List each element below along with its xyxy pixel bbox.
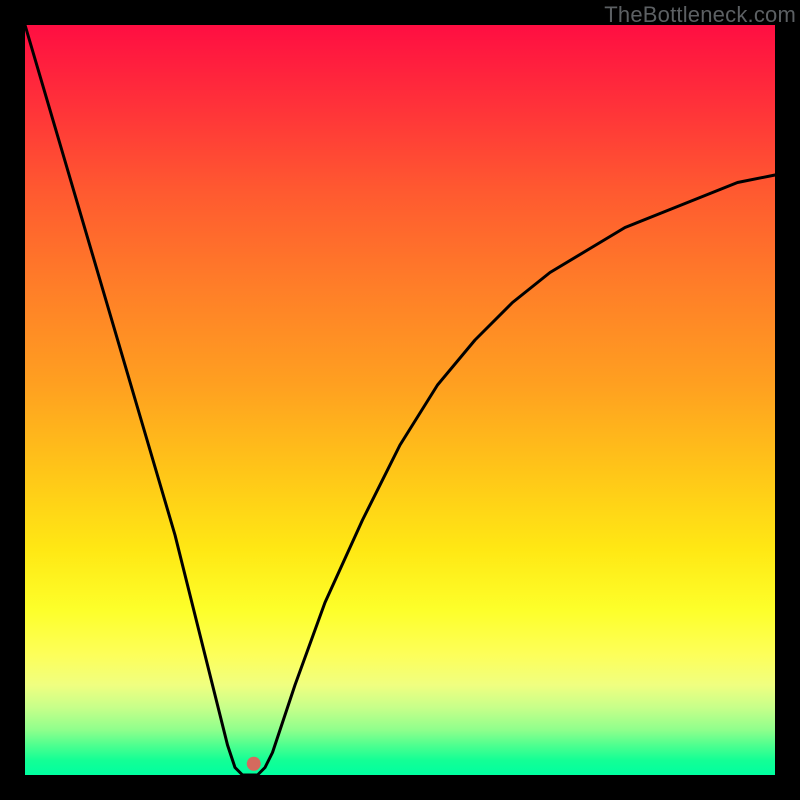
chart-canvas: TheBottleneck.com [0, 0, 800, 800]
bottleneck-curve [25, 25, 775, 775]
chart-svg [25, 25, 775, 775]
optimal-point-marker [247, 757, 261, 771]
plot-area [25, 25, 775, 775]
